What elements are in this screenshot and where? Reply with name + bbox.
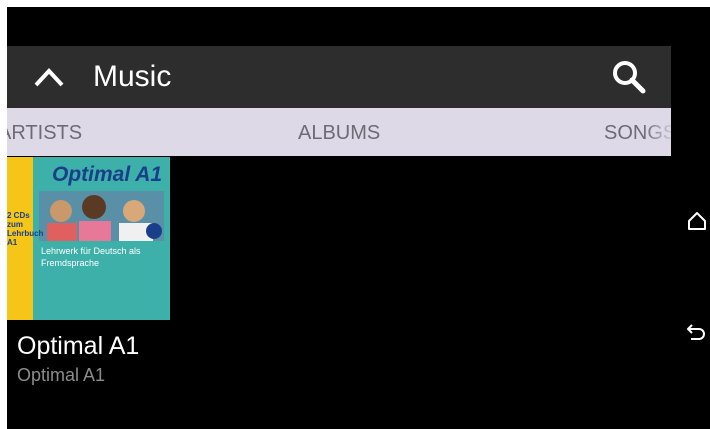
album-name: Optimal A1 <box>17 332 140 360</box>
tab-songs[interactable]: SONGS <box>604 121 671 145</box>
tab-artists[interactable]: ARTISTS <box>7 121 82 145</box>
cover-art: Optimal A1 Lehrwerk für Deutsch als Frem… <box>33 157 170 320</box>
music-app-screen: Music ARTISTS ALBUMS SONGS Optimal A1 <box>7 7 710 429</box>
chevron-up-icon[interactable] <box>32 63 66 91</box>
tab-bar: ARTISTS ALBUMS SONGS <box>7 108 671 156</box>
home-icon[interactable] <box>686 210 708 232</box>
tab-albums[interactable]: ALBUMS <box>298 121 380 145</box>
page-title: Music <box>93 60 172 93</box>
toolbar: Music <box>7 46 671 108</box>
cover-badge: 2 CDs zum Lehrbuch A1 <box>7 211 44 247</box>
search-icon[interactable] <box>610 58 648 96</box>
cover-subtitle: Lehrwerk für Deutsch als Fremdsprache <box>41 246 141 268</box>
album-artist: Optimal A1 <box>17 365 106 385</box>
album-cover[interactable]: Optimal A1 Lehrwerk für Deutsch als Frem… <box>7 157 170 320</box>
album-card[interactable]: Optimal A1 Lehrwerk für Deutsch als Frem… <box>7 157 171 392</box>
cover-title: Optimal A1 <box>52 163 163 186</box>
cover-photo <box>39 191 164 241</box>
back-icon[interactable] <box>685 321 707 343</box>
